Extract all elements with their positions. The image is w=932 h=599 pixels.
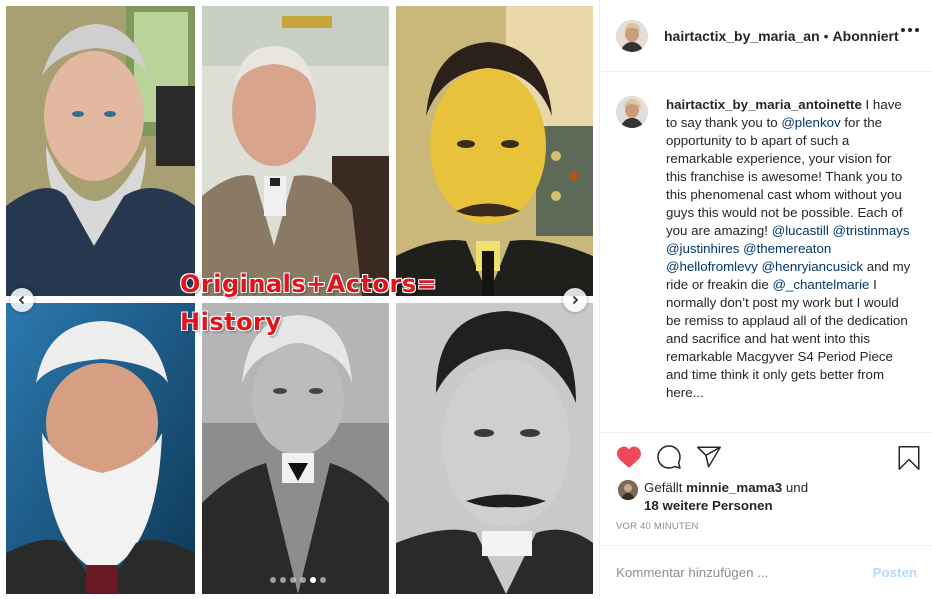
heart-filled-icon	[617, 446, 641, 468]
comment-icon	[657, 445, 681, 469]
chevron-right-icon	[572, 295, 579, 305]
avatar[interactable]	[616, 96, 648, 128]
share-button[interactable]	[696, 445, 722, 474]
likes-others-link[interactable]: 18 weitere Personen	[644, 498, 773, 513]
carousel-dot	[290, 577, 296, 583]
comment-composer: Posten	[600, 545, 932, 599]
caption-text-segment: for the opportunity to b apart of such a…	[666, 115, 903, 238]
follow-status-button[interactable]: Abonniert	[833, 28, 899, 44]
header-separator: •	[823, 27, 829, 44]
avatar[interactable]	[618, 480, 638, 500]
photo-actor-2	[202, 6, 389, 296]
mention-link[interactable]: @lucastill	[772, 223, 829, 238]
post-comment-button[interactable]: Posten	[873, 565, 917, 580]
post-media-carousel[interactable]: Originals+Actors= History	[0, 0, 599, 599]
save-button[interactable]	[897, 445, 921, 476]
post-timestamp[interactable]: VOR 40 MINUTEN	[616, 521, 699, 532]
carousel-dot	[310, 577, 316, 583]
chevron-left-icon	[18, 295, 25, 305]
post-side-panel: hairtactix_by_maria_an • Abonniert hairt…	[599, 0, 932, 599]
post-caption: hairtactix_by_maria_antoinette I have to…	[616, 96, 926, 402]
action-bar	[600, 432, 932, 482]
carousel-dot	[280, 577, 286, 583]
photo-original-3	[396, 303, 593, 594]
bookmark-icon	[898, 446, 920, 471]
comment-input[interactable]	[616, 565, 866, 580]
overlay-caption-line1: Originals+Actors=	[180, 270, 438, 298]
caption-text: hairtactix_by_maria_antoinette I have to…	[666, 96, 912, 402]
carousel-indicator	[270, 577, 326, 583]
overlay-caption-line2: History	[180, 308, 282, 336]
photo-actor-3	[396, 6, 593, 296]
share-icon	[697, 446, 722, 468]
mention-link[interactable]: @justinhires	[666, 241, 739, 256]
carousel-prev-button[interactable]	[10, 288, 34, 312]
carousel-dot	[270, 577, 276, 583]
likes-prefix: Gefällt	[644, 480, 687, 495]
photo-original-2	[202, 303, 389, 594]
mention-link[interactable]: @plenkov	[781, 115, 840, 130]
mention-link[interactable]: @_chantelmarie	[772, 277, 869, 292]
like-button[interactable]	[616, 445, 642, 474]
carousel-dot	[320, 577, 326, 583]
mention-link[interactable]: @henryiancusick	[762, 259, 863, 274]
comment-button[interactable]	[656, 445, 682, 474]
mention-link[interactable]: @tristinmays	[833, 223, 910, 238]
post-header: hairtactix_by_maria_an • Abonniert	[600, 0, 932, 72]
caption-text-segment: I normally don’t post my work but I woul…	[666, 277, 908, 400]
mention-link[interactable]: @themereaton	[743, 241, 831, 256]
likes-summary: Gefällt minnie_mama3 und 18 weitere Pers…	[618, 479, 808, 515]
likes-user-link[interactable]: minnie_mama3	[686, 480, 782, 495]
caption-username[interactable]: hairtactix_by_maria_antoinette	[666, 97, 862, 112]
carousel-next-button[interactable]	[563, 288, 587, 312]
photo-actor-1	[6, 6, 195, 296]
likes-text: Gefällt minnie_mama3 und 18 weitere Pers…	[644, 479, 808, 515]
more-options-icon[interactable]	[901, 28, 919, 32]
likes-middle: und	[782, 480, 809, 495]
photo-original-1	[6, 303, 195, 594]
avatar[interactable]	[616, 19, 648, 52]
mention-link[interactable]: @hellofromlevy	[666, 259, 758, 274]
carousel-dot	[300, 577, 306, 583]
header-username[interactable]: hairtactix_by_maria_an	[664, 28, 820, 44]
